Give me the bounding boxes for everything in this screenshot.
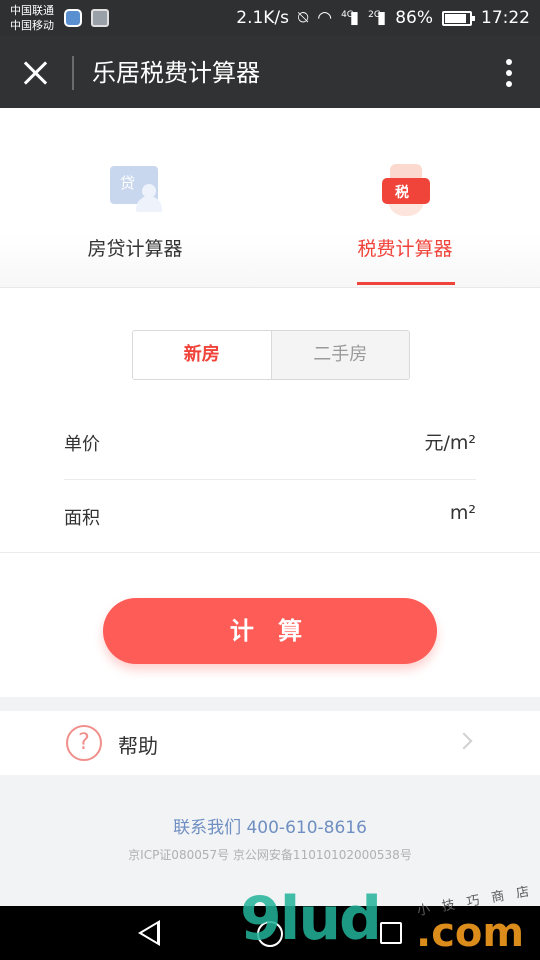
chevron-right-icon [455, 732, 473, 750]
clock: 17:22 [481, 8, 530, 28]
segment-new-house[interactable]: 新房 [133, 331, 271, 379]
notification-image-icon [91, 9, 109, 27]
area-label: 面积 [64, 508, 100, 529]
signal-2g: 2G▮ [368, 8, 387, 28]
help-label: 帮助 [118, 734, 158, 758]
tab-loan-calculator[interactable]: 贷 房贷计算器 [0, 108, 270, 288]
close-icon[interactable] [20, 58, 50, 88]
carrier-1: 中国联通 [10, 4, 54, 17]
active-tab-indicator [357, 282, 455, 285]
area-input[interactable] [144, 498, 384, 536]
footer: 联系我们 400-610-8616 京ICP证080057号 京公网安备1101… [0, 775, 540, 906]
help-row[interactable]: ? 帮助 [0, 711, 540, 775]
battery-fill [445, 13, 466, 23]
calculator-tabs: 贷 房贷计算器 税 税费计算器 [0, 108, 540, 288]
nav-home-icon[interactable] [257, 921, 283, 947]
more-menu-icon[interactable] [504, 56, 514, 90]
nav-recent-apps-icon[interactable] [380, 922, 402, 944]
battery-percent: 86% [395, 8, 433, 28]
wifi-icon: ◠ [317, 8, 333, 28]
icp-license-text: 京ICP证080057号 京公网安备11010102000538号 [128, 848, 412, 862]
tab-tax-calculator[interactable]: 税 税费计算器 [270, 108, 540, 288]
nav-back-icon[interactable] [138, 920, 160, 946]
header-divider [72, 56, 74, 90]
signal-4g: 4G▮ [341, 8, 360, 28]
question-circle-icon: ? [66, 725, 102, 761]
segment-second-hand-house[interactable]: 二手房 [270, 331, 409, 379]
calculate-button[interactable]: 计 算 [103, 598, 437, 664]
tab-loan-label: 房贷计算器 [87, 238, 183, 260]
notification-app-icon [64, 9, 82, 27]
unit-price-row[interactable]: 单价 元/m² [64, 406, 476, 480]
unit-price-label: 单价 [64, 434, 100, 455]
unit-price-input[interactable] [144, 424, 384, 462]
section-gap [0, 697, 540, 711]
contact-us-link[interactable]: 联系我们 400-610-8616 [0, 813, 540, 838]
area-unit: m² [449, 502, 476, 524]
tax-hand-icon: 税 [382, 164, 432, 216]
house-type-segment: 新房 二手房 [132, 330, 410, 380]
loan-card-icon: 贷 [110, 166, 162, 212]
form-divider [0, 552, 540, 553]
vibrate-off-icon: ⍉ [298, 8, 309, 28]
battery-icon [442, 10, 475, 26]
status-right: 2.1K/s ⍉ ◠ 4G▮ 2G▮ 86% 17:22 [236, 0, 530, 36]
carrier-2: 中国移动 [10, 19, 54, 32]
system-navigation-bar [0, 906, 540, 960]
page-title: 乐居税费计算器 [92, 59, 260, 87]
area-row[interactable]: 面积 m² [64, 480, 476, 554]
network-speed: 2.1K/s [236, 8, 290, 28]
carrier-info: 中国联通 中国移动 [10, 3, 54, 33]
unit-price-unit: 元/m² [424, 432, 476, 454]
tab-tax-label: 税费计算器 [357, 238, 453, 260]
status-bar: 中国联通 中国移动 2.1K/s ⍉ ◠ 4G▮ 2G▮ 86% 17:22 [0, 0, 540, 36]
app-header: 乐居税费计算器 [0, 36, 540, 108]
